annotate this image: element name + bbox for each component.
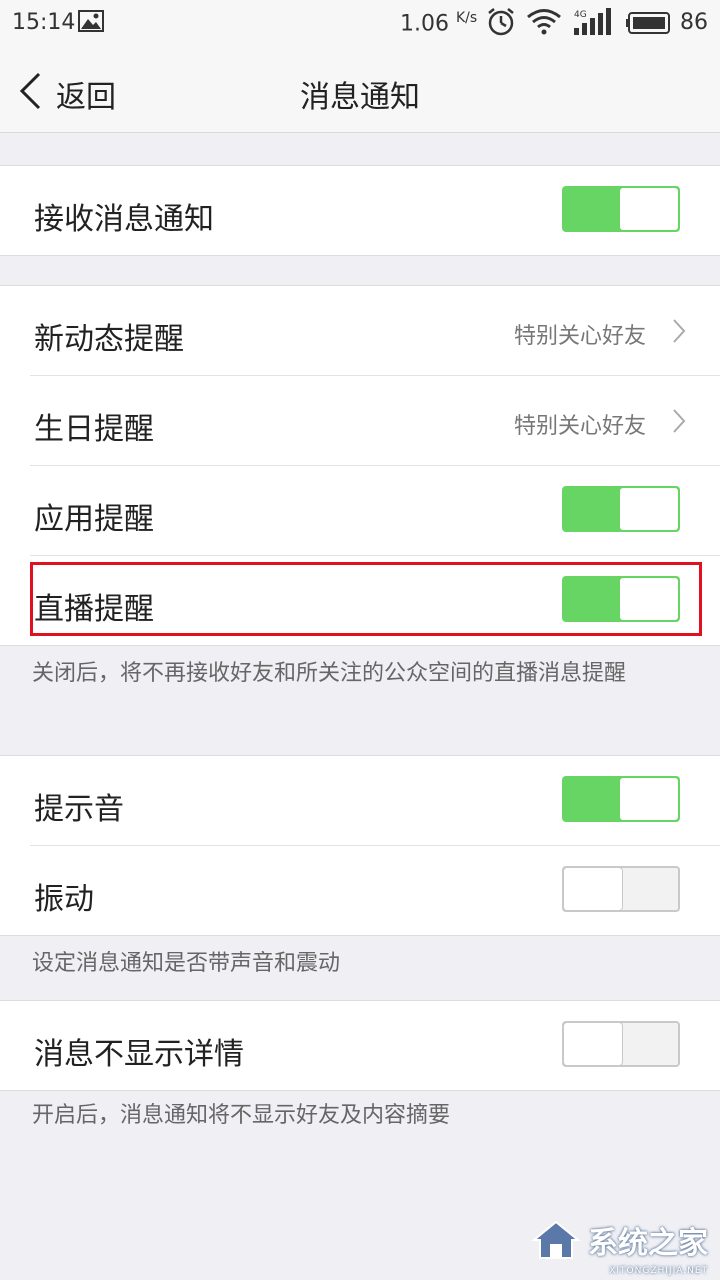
row-receive-notification[interactable]: 接收消息通知 xyxy=(30,166,720,255)
chevron-right-icon xyxy=(673,409,686,433)
app-reminder-toggle[interactable] xyxy=(562,486,680,532)
watermark-text: 系统之家 xyxy=(588,1226,708,1261)
row-label: 生日提醒 xyxy=(34,412,154,447)
hide-detail-hint: 开启后，消息通知将不显示好友及内容摘要 xyxy=(32,1103,451,1128)
row-value: 特别关心好友 xyxy=(513,324,646,349)
sound-toggle[interactable] xyxy=(562,776,680,822)
row-label: 消息不显示详情 xyxy=(34,1037,244,1072)
sound-vibrate-hint: 设定消息通知是否带声音和震动 xyxy=(32,951,341,976)
status-time: 15:14 xyxy=(12,10,76,35)
chevron-right-icon xyxy=(673,319,686,343)
group-sound-vibrate: 提示音 振动 xyxy=(0,755,720,936)
row-label: 提示音 xyxy=(34,792,124,827)
row-value: 特别关心好友 xyxy=(513,414,646,439)
vibrate-toggle[interactable] xyxy=(562,866,680,912)
nav-bar: 返回 消息通知 xyxy=(0,46,720,133)
row-app-reminder[interactable]: 应用提醒 xyxy=(30,466,720,556)
row-new-activity[interactable]: 新动态提醒 特别关心好友 xyxy=(30,286,720,376)
row-vibrate[interactable]: 振动 xyxy=(30,846,720,935)
row-label: 新动态提醒 xyxy=(34,322,184,357)
wifi-icon xyxy=(527,9,561,35)
row-hide-detail[interactable]: 消息不显示详情 xyxy=(30,1001,720,1090)
alarm-icon xyxy=(488,8,514,36)
page-title: 消息通知 xyxy=(300,80,420,115)
battery-icon xyxy=(626,12,670,34)
hide-detail-toggle[interactable] xyxy=(562,1021,680,1067)
row-label: 振动 xyxy=(34,882,94,917)
row-birthday[interactable]: 生日提醒 特别关心好友 xyxy=(30,376,720,466)
receive-notification-toggle[interactable] xyxy=(562,186,680,232)
row-label: 接收消息通知 xyxy=(34,202,214,237)
live-reminder-hint: 关闭后，将不再接收好友和所关注的公众空间的直播消息提醒 xyxy=(32,661,627,686)
network-speed: 1.06 K/s xyxy=(400,10,478,37)
group-receive: 接收消息通知 xyxy=(0,165,720,256)
row-label: 应用提醒 xyxy=(34,502,154,537)
svg-text:4G: 4G xyxy=(574,10,587,20)
gallery-icon xyxy=(78,10,104,32)
highlight-box xyxy=(30,562,702,636)
row-sound[interactable]: 提示音 xyxy=(30,756,720,846)
battery-percent: 86 xyxy=(680,10,708,35)
group-hide-detail: 消息不显示详情 xyxy=(0,1000,720,1091)
signal-icon: 4G xyxy=(574,8,611,35)
watermark-subtext: XITONGZHIJIA.NET xyxy=(609,1266,708,1276)
status-bar: 15:14 1.06 K/s 4G 86 xyxy=(0,0,720,46)
watermark-logo: 系统之家 XITONGZHIJIA.NET xyxy=(530,1218,708,1276)
house-logo-icon xyxy=(531,1220,581,1259)
